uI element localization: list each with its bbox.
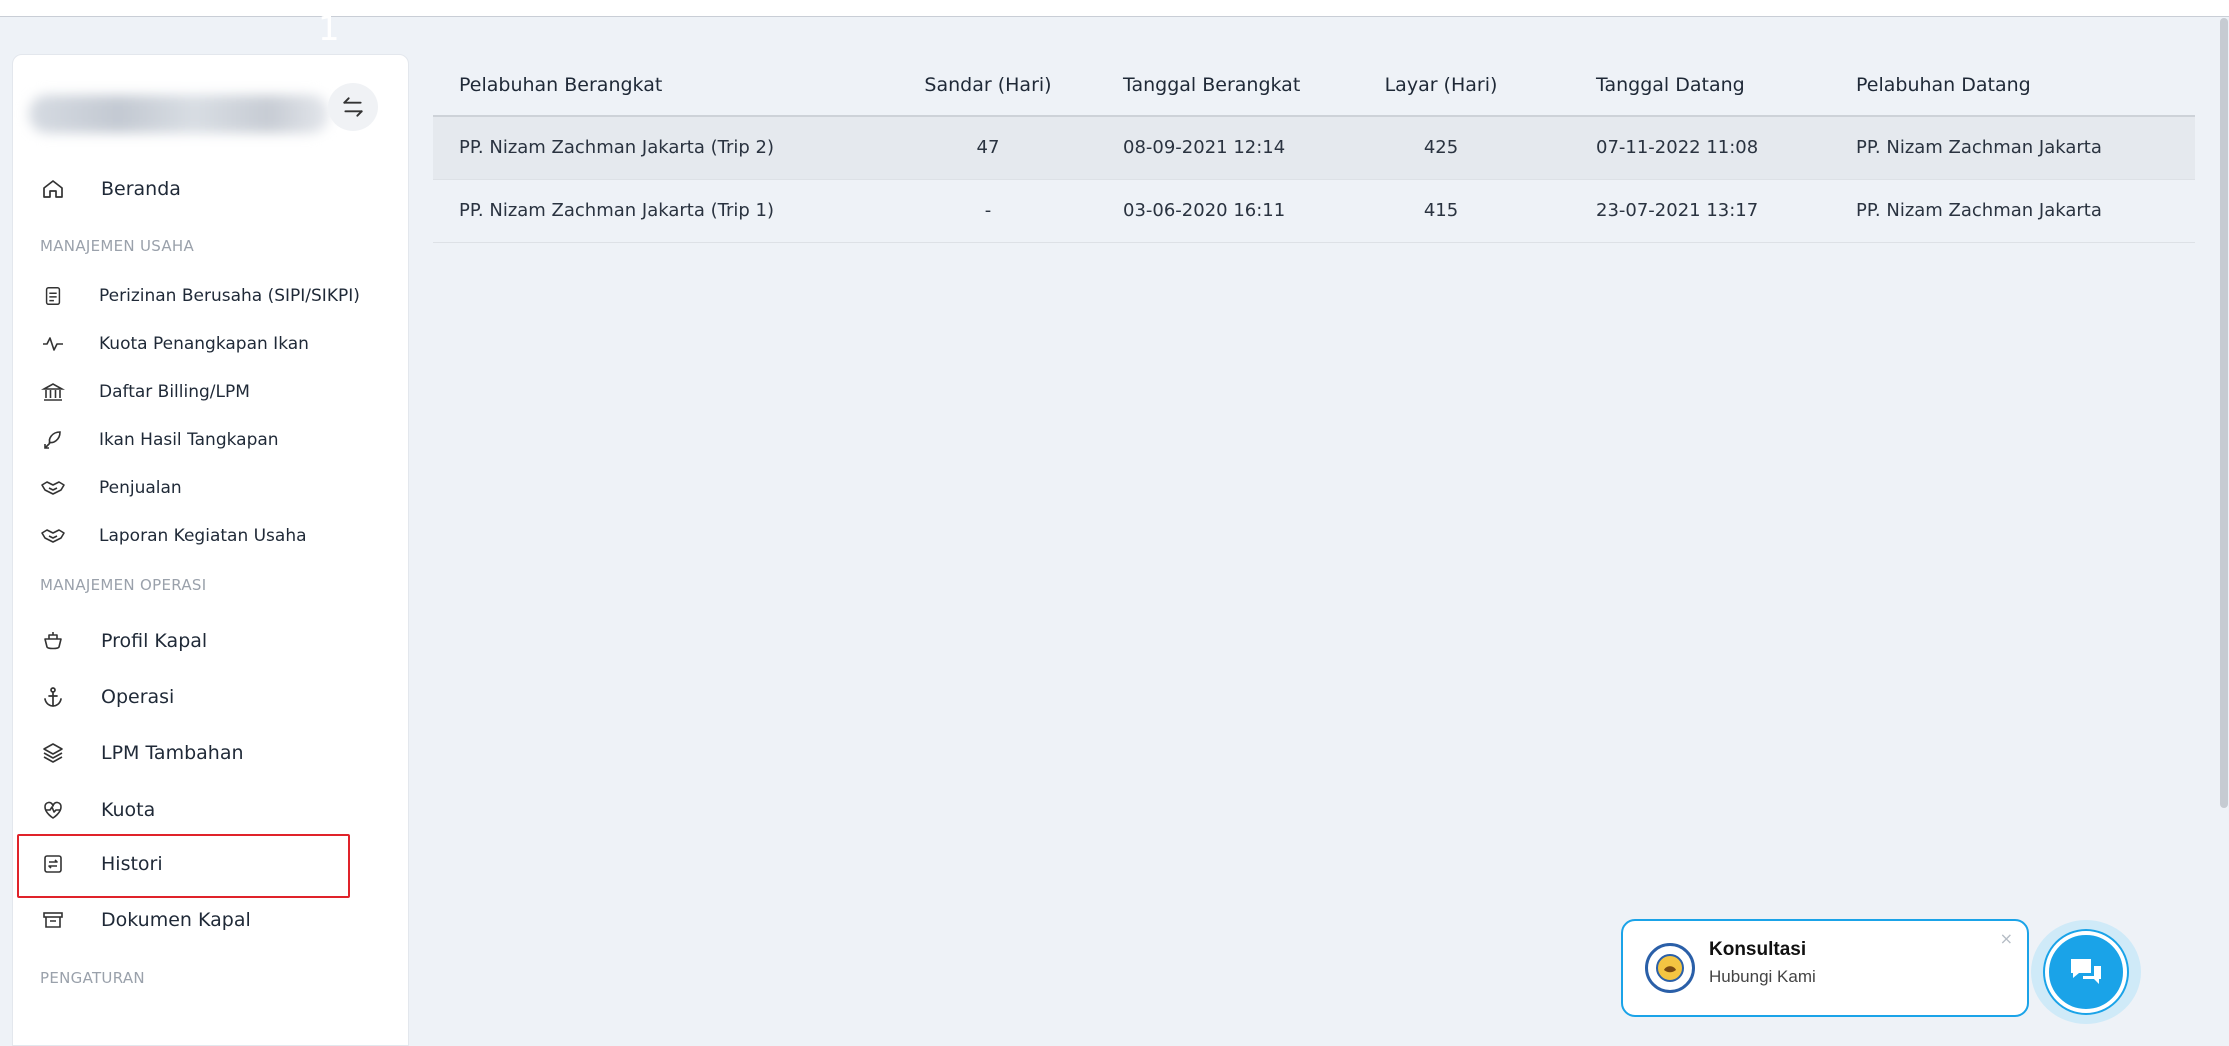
ministry-logo	[1645, 943, 1695, 993]
sidebar: Beranda MANAJEMEN USAHA Perizinan Berusa…	[12, 54, 409, 1046]
sidebar-item-label: Penjualan	[99, 478, 182, 498]
sidebar-item-kuota-penangkapan[interactable]: Kuota Penangkapan Ikan	[37, 320, 309, 368]
sidebar-item-label: Laporan Kegiatan Usaha	[99, 526, 307, 546]
table-row[interactable]: PP. Nizam Zachman Jakarta (Trip 2) 47 08…	[433, 117, 2195, 180]
header-tanggal-berangkat[interactable]: Tanggal Berangkat	[1123, 74, 1300, 96]
consult-popup[interactable]: Konsultasi Hubungi Kami ×	[1621, 919, 2029, 1017]
chat-button-halo	[2031, 920, 2141, 1024]
history-table: Pelabuhan Berangkat Sandar (Hari) Tangga…	[433, 56, 2195, 243]
sidebar-item-beranda[interactable]: Beranda	[37, 165, 181, 213]
bank-icon	[37, 376, 69, 408]
sidebar-item-profil-kapal[interactable]: Profil Kapal	[37, 617, 207, 665]
header-pelabuhan-datang[interactable]: Pelabuhan Datang	[1856, 74, 2031, 96]
table-cell: -	[984, 200, 992, 221]
table-row[interactable]: PP. Nizam Zachman Jakarta (Trip 1) - 03-…	[433, 180, 2195, 243]
swap-arrows-icon	[343, 97, 363, 117]
sidebar-item-label: LPM Tambahan	[101, 742, 244, 764]
consult-subtitle: Hubungi Kami	[1709, 967, 1816, 986]
table-cell: 07-11-2022 11:08	[1596, 137, 1759, 158]
handshake-icon	[37, 520, 69, 552]
table-cell: PP. Nizam Zachman Jakarta	[1856, 137, 2102, 158]
table-cell: 47	[976, 137, 1000, 158]
document-icon	[37, 280, 69, 312]
close-icon[interactable]: ×	[2000, 929, 2013, 948]
chat-button[interactable]	[2045, 931, 2127, 1013]
sidebar-item-lpm-tambahan[interactable]: LPM Tambahan	[37, 729, 244, 777]
table-cell: 23-07-2021 13:17	[1596, 200, 1759, 221]
sidebar-item-label: Daftar Billing/LPM	[99, 382, 250, 402]
page-marker: 1	[318, 9, 340, 49]
sidebar-item-label: Ikan Hasil Tangkapan	[99, 430, 279, 450]
archive-icon	[37, 904, 69, 936]
sidebar-item-laporan[interactable]: Laporan Kegiatan Usaha	[37, 512, 307, 560]
ship-icon	[37, 625, 69, 657]
sidebar-item-label: Kuota Penangkapan Ikan	[99, 334, 309, 354]
consult-title: Konsultasi	[1709, 939, 1807, 960]
table-cell: PP. Nizam Zachman Jakarta (Trip 2)	[459, 137, 774, 158]
header-layar[interactable]: Layar (Hari)	[1376, 74, 1506, 96]
header-sandar[interactable]: Sandar (Hari)	[923, 74, 1053, 96]
sidebar-item-label: Operasi	[101, 686, 175, 708]
fish-icon	[37, 424, 69, 456]
section-manajemen-usaha: MANAJEMEN USAHA	[40, 237, 195, 255]
table-cell: 415	[1423, 200, 1459, 221]
sidebar-item-label: Beranda	[101, 178, 181, 200]
table-cell: PP. Nizam Zachman Jakarta (Trip 1)	[459, 200, 774, 221]
chat-icon	[2071, 959, 2101, 984]
sidebar-item-histori[interactable]: Histori	[37, 840, 163, 888]
header-tanggal-datang[interactable]: Tanggal Datang	[1596, 74, 1745, 96]
table-cell: 425	[1423, 137, 1459, 158]
table-cell: 03-06-2020 16:11	[1123, 200, 1286, 221]
sidebar-item-billing[interactable]: Daftar Billing/LPM	[37, 368, 250, 416]
sidebar-item-label: Dokumen Kapal	[101, 909, 251, 931]
pulse-icon	[37, 328, 69, 360]
section-pengaturan: PENGATURAN	[40, 969, 145, 987]
anchor-icon	[37, 681, 69, 713]
heart-pulse-icon	[37, 794, 69, 826]
home-icon	[37, 173, 69, 205]
table-cell: 08-09-2021 12:14	[1123, 137, 1286, 158]
page-scrollbar[interactable]	[2220, 18, 2228, 808]
header-pelabuhan-berangkat[interactable]: Pelabuhan Berangkat	[459, 74, 662, 96]
handshake-icon	[37, 472, 69, 504]
section-manajemen-operasi: MANAJEMEN OPERASI	[40, 576, 207, 594]
sidebar-item-perizinan[interactable]: Perizinan Berusaha (SIPI/SIKPI)	[37, 272, 360, 320]
layers-icon	[37, 737, 69, 769]
sidebar-item-operasi[interactable]: Operasi	[37, 673, 174, 721]
table-cell: PP. Nizam Zachman Jakarta	[1856, 200, 2102, 221]
history-icon	[37, 848, 69, 880]
sidebar-item-label: Profil Kapal	[101, 630, 208, 652]
user-name-blurred	[29, 95, 329, 133]
sidebar-item-label: Histori	[101, 853, 163, 875]
sidebar-item-ikan-hasil[interactable]: Ikan Hasil Tangkapan	[37, 416, 279, 464]
sidebar-toggle-button[interactable]	[328, 83, 378, 131]
sidebar-item-label: Perizinan Berusaha (SIPI/SIKPI)	[99, 286, 360, 306]
sidebar-item-label: Kuota	[101, 799, 156, 821]
sidebar-item-dokumen-kapal[interactable]: Dokumen Kapal	[37, 896, 251, 944]
table-header: Pelabuhan Berangkat Sandar (Hari) Tangga…	[433, 56, 2195, 117]
sidebar-item-kuota[interactable]: Kuota	[37, 786, 155, 834]
sidebar-item-penjualan[interactable]: Penjualan	[37, 464, 182, 512]
